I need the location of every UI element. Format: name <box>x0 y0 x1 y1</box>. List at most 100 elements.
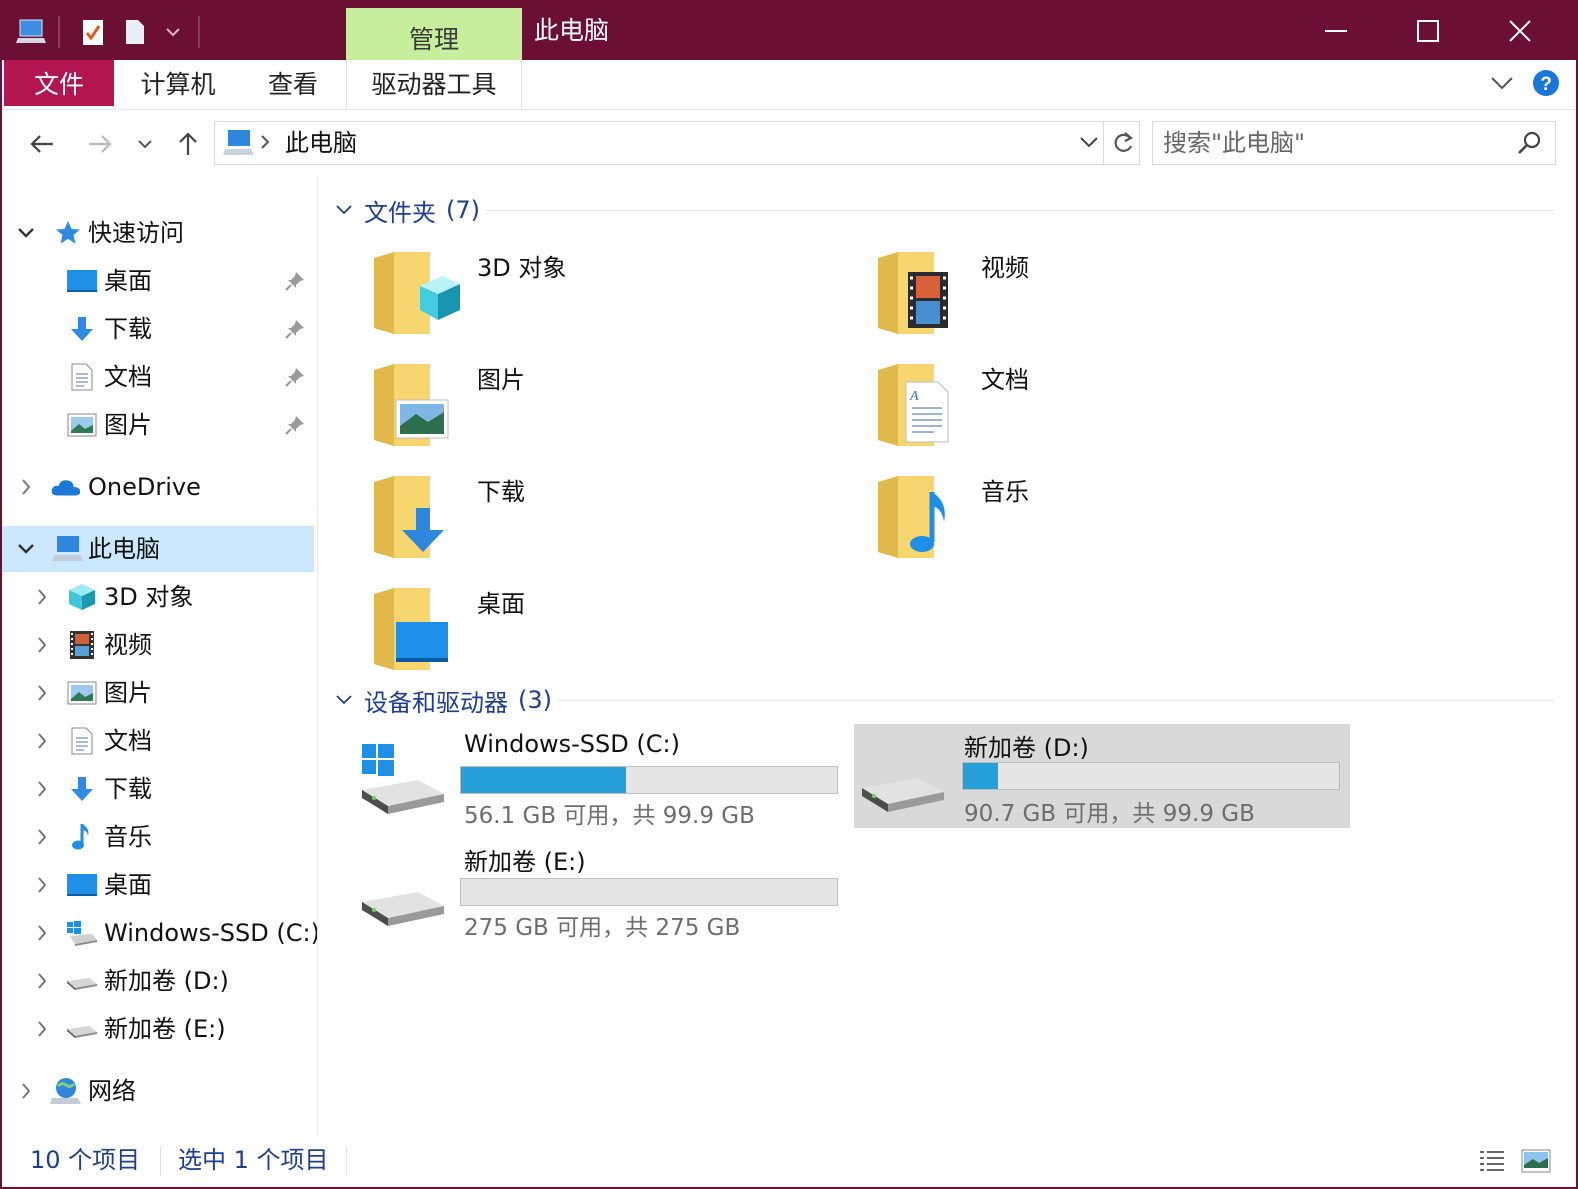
up-icon[interactable] <box>168 124 208 164</box>
breadcrumb-this-pc[interactable]: 此电脑 <box>285 128 357 158</box>
search-box[interactable] <box>1152 121 1556 165</box>
folder-downloads[interactable]: 下载 <box>332 466 812 566</box>
chevron-right-icon[interactable] <box>30 1014 54 1044</box>
nav-quick-desktop[interactable]: 桌面 <box>2 258 314 304</box>
folder-name: 文档 <box>981 366 1029 394</box>
drive-name: 新加卷 (E:) <box>464 848 586 876</box>
folder-videos[interactable]: 视频 <box>836 242 1316 342</box>
nav-quick-documents[interactable]: 文档 <box>2 354 314 400</box>
cloud-icon <box>50 472 82 502</box>
pin-icon[interactable] <box>284 414 306 436</box>
customize-toolbar-icon[interactable] <box>158 14 188 50</box>
chevron-right-icon[interactable] <box>30 630 54 660</box>
nav-label: 3D 对象 <box>104 583 194 611</box>
content-area: 文件夹 (7) 3D 对象 视频 图片 A 文档 下载 音乐 桌面 设备和驱动器… <box>318 176 1576 1136</box>
expand-ribbon-icon[interactable] <box>1482 60 1522 106</box>
chevron-down-icon[interactable] <box>332 198 356 222</box>
nav-this-pc[interactable]: 此电脑 <box>2 526 314 572</box>
maximize-button[interactable] <box>1382 2 1474 60</box>
recent-locations-icon[interactable] <box>130 124 160 164</box>
group-header-drives[interactable]: 设备和驱动器 (3) <box>332 680 552 720</box>
folder-name: 3D 对象 <box>477 254 567 282</box>
folder-documents[interactable]: A 文档 <box>836 354 1316 454</box>
chevron-right-icon[interactable] <box>14 1076 38 1106</box>
search-icon[interactable] <box>1517 130 1543 160</box>
tab-view[interactable]: 查看 <box>246 60 340 106</box>
drive-usage-fill <box>461 767 626 793</box>
chevron-down-icon[interactable] <box>14 218 38 248</box>
large-icons-view-icon[interactable] <box>1520 1146 1552 1176</box>
nav-network[interactable]: 网络 <box>2 1068 314 1114</box>
chevron-right-icon[interactable] <box>30 774 54 804</box>
back-icon[interactable] <box>22 124 62 164</box>
nav-quick-downloads[interactable]: 下载 <box>2 306 314 352</box>
nav-label: 快速访问 <box>88 219 184 247</box>
nav-pc-desktop[interactable]: 桌面 <box>2 862 314 908</box>
chevron-right-icon[interactable] <box>30 582 54 612</box>
nav-onedrive[interactable]: OneDrive <box>2 464 314 510</box>
forward-icon[interactable] <box>80 124 120 164</box>
ribbon-tabs: 文件 计算机 查看 驱动器工具 ? <box>2 60 1576 110</box>
search-input[interactable] <box>1163 127 1503 159</box>
nav-pc-pictures[interactable]: 图片 <box>2 670 314 716</box>
tab-file[interactable]: 文件 <box>4 60 114 106</box>
folder-pictures-icon <box>372 360 462 450</box>
item-count: 10 个项目 <box>30 1146 141 1174</box>
folder-music[interactable]: 音乐 <box>836 466 1316 566</box>
drive-d[interactable]: 新加卷 (D:) 90.7 GB 可用，共 99.9 GB <box>854 724 1350 828</box>
nav-pc-drive-c[interactable]: Windows-SSD (C:) <box>2 910 320 956</box>
nav-pc-drive-d[interactable]: 新加卷 (D:) <box>2 958 314 1004</box>
drive-e[interactable]: 新加卷 (E:) 275 GB 可用，共 275 GB <box>354 838 850 942</box>
folder-documents-icon: A <box>876 360 966 450</box>
chevron-down-icon[interactable] <box>14 534 38 564</box>
folder-3d-objects[interactable]: 3D 对象 <box>332 242 812 342</box>
drive-usage-bar <box>962 762 1340 790</box>
drive-c[interactable]: Windows-SSD (C:) 56.1 GB 可用，共 99.9 GB <box>354 726 850 830</box>
chevron-right-icon[interactable] <box>14 472 38 502</box>
tab-computer[interactable]: 计算机 <box>126 60 230 106</box>
folder-pictures[interactable]: 图片 <box>332 354 812 454</box>
address-history-icon[interactable] <box>1079 134 1099 153</box>
nav-pc-documents[interactable]: 文档 <box>2 718 314 764</box>
folder-desktop[interactable]: 桌面 <box>332 578 812 678</box>
computer-icon[interactable] <box>12 14 52 50</box>
chevron-right-icon[interactable] <box>30 966 54 996</box>
pin-icon[interactable] <box>284 366 306 388</box>
drive-icon <box>66 966 98 996</box>
drive-icon <box>360 856 448 932</box>
chevron-right-icon[interactable] <box>30 870 54 900</box>
chevron-right-icon[interactable] <box>30 918 54 948</box>
chevron-right-icon[interactable] <box>30 726 54 756</box>
tab-manage[interactable]: 管理 <box>346 8 522 60</box>
pin-icon[interactable] <box>284 318 306 340</box>
nav-pc-3d-objects[interactable]: 3D 对象 <box>2 574 314 620</box>
new-folder-icon[interactable] <box>116 14 154 50</box>
group-header-folders[interactable]: 文件夹 (7) <box>332 190 480 230</box>
drive-usage-bar <box>460 878 838 906</box>
pin-icon[interactable] <box>284 270 306 292</box>
nav-pc-videos[interactable]: 视频 <box>2 622 314 668</box>
nav-pc-music[interactable]: 音乐 <box>2 814 314 860</box>
nav-quick-pictures[interactable]: 图片 <box>2 402 314 448</box>
nav-label: 图片 <box>104 679 152 707</box>
close-button[interactable] <box>1474 2 1566 60</box>
nav-quick-access[interactable]: 快速访问 <box>2 210 314 256</box>
refresh-icon[interactable] <box>1111 130 1135 160</box>
nav-pc-downloads[interactable]: 下载 <box>2 766 314 812</box>
address-bar[interactable]: 此电脑 <box>214 121 1140 165</box>
folder-3d-objects-icon <box>372 248 462 338</box>
properties-icon[interactable] <box>74 14 112 50</box>
tab-drive-tools[interactable]: 驱动器工具 <box>346 60 522 106</box>
details-view-icon[interactable] <box>1476 1146 1508 1176</box>
breadcrumb-chevron-icon[interactable] <box>259 132 271 156</box>
folder-name: 音乐 <box>981 478 1029 506</box>
svg-text:?: ? <box>1540 74 1552 95</box>
chevron-right-icon[interactable] <box>30 822 54 852</box>
chevron-down-icon[interactable] <box>332 688 356 712</box>
nav-pc-drive-e[interactable]: 新加卷 (E:) <box>2 1006 314 1052</box>
help-icon[interactable]: ? <box>1528 60 1564 106</box>
drive-name: Windows-SSD (C:) <box>464 730 680 758</box>
chevron-right-icon[interactable] <box>30 678 54 708</box>
document-icon <box>66 362 98 392</box>
minimize-button[interactable] <box>1290 2 1382 60</box>
